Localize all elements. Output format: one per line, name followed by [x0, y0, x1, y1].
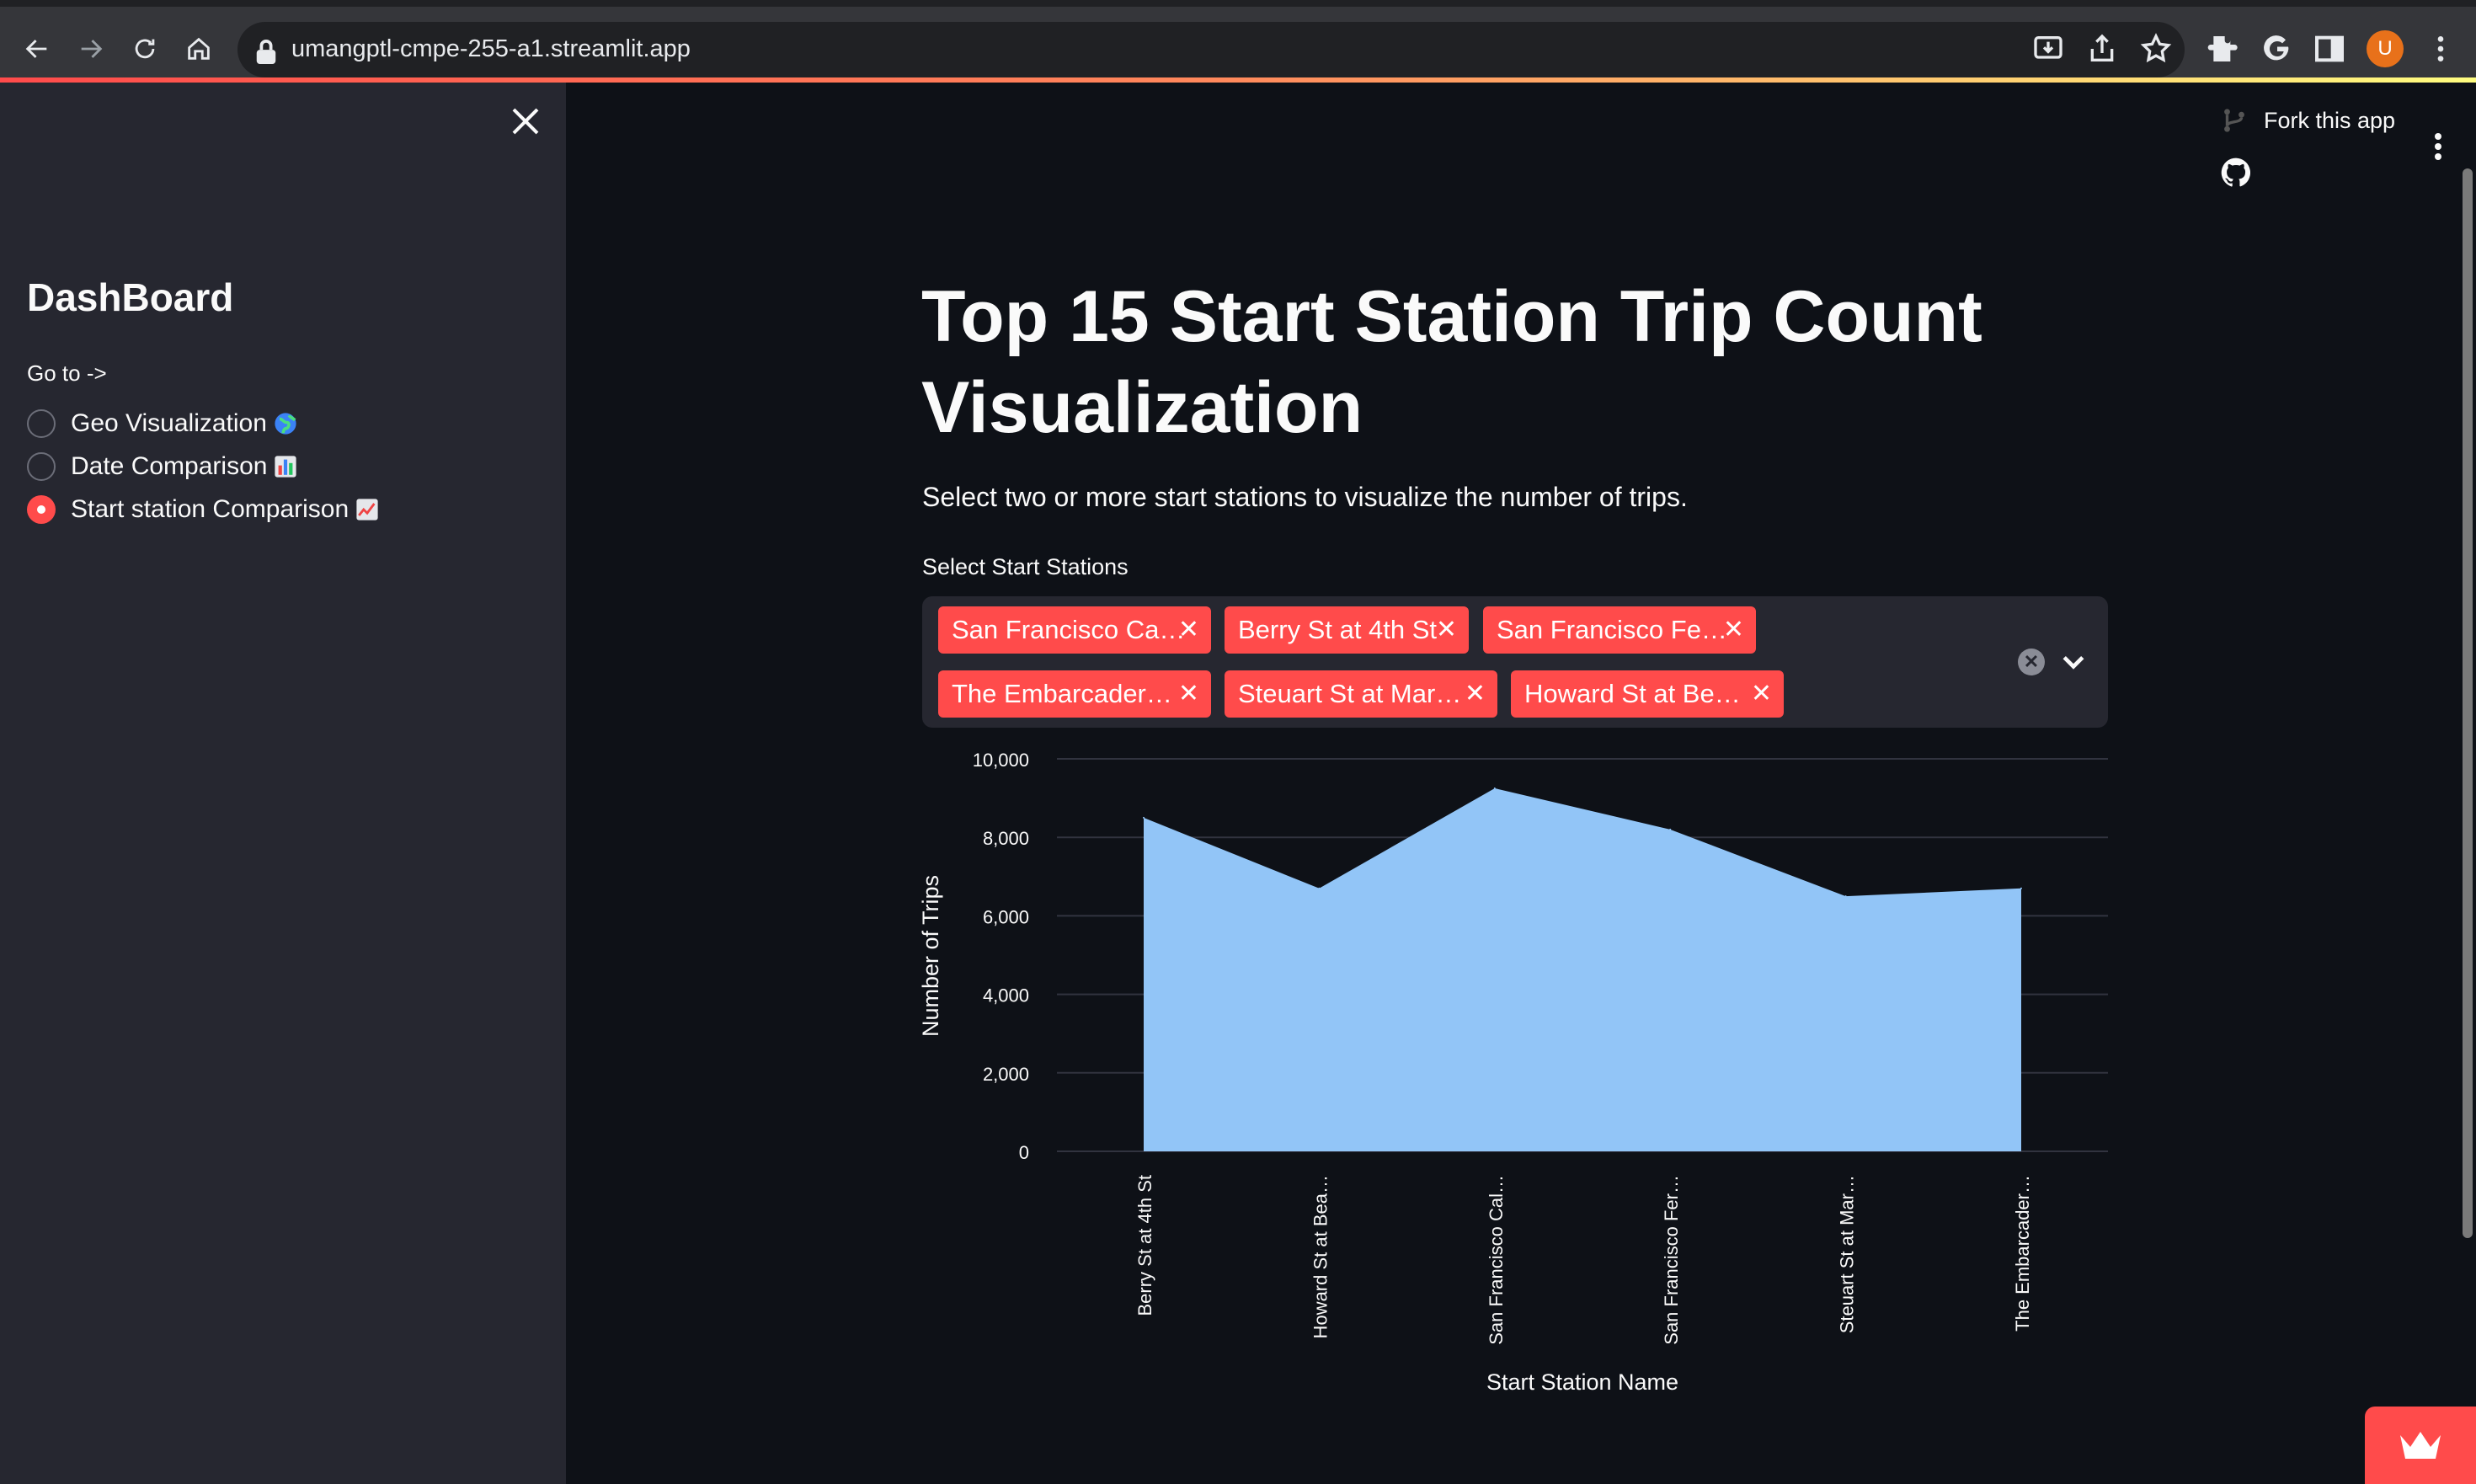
radio-group-label: Go to ->: [27, 360, 107, 386]
radio-option-label: Date Comparison: [71, 452, 268, 480]
back-icon[interactable]: [15, 27, 59, 71]
chevron-down-icon[interactable]: [2058, 647, 2089, 677]
y-tick-label: 10,000: [973, 750, 1029, 771]
streamlit-crown-icon: [2400, 1432, 2441, 1459]
side-panel-icon[interactable]: [2313, 32, 2346, 66]
url-text[interactable]: umangptl-cmpe-255-a1.streamlit.app: [291, 32, 691, 66]
selected-station-chip[interactable]: San Francisco Ca… ✕: [938, 606, 1211, 654]
remove-chip-icon[interactable]: ✕: [1178, 670, 1199, 718]
x-axis-ticks: Berry St at 4th St Howard St at Bea… San F…: [1134, 1175, 2033, 1345]
lock-icon[interactable]: [254, 39, 278, 64]
google-icon[interactable]: [2260, 32, 2294, 66]
selected-station-chip[interactable]: Howard St at Be… ✕: [1511, 670, 1784, 718]
data-point: [1844, 895, 1847, 898]
radio-option-start-station-comparison[interactable]: Start station Comparison: [27, 488, 379, 531]
globe-icon: [275, 413, 296, 435]
data-point: [2020, 887, 2022, 889]
x-tick-label: Howard St at Bea…: [1310, 1175, 1331, 1338]
y-tick-label: 8,000: [983, 828, 1029, 849]
remove-chip-icon[interactable]: ✕: [1751, 670, 1772, 718]
data-point: [1493, 787, 1496, 789]
extensions-icon[interactable]: [2207, 32, 2240, 66]
sidebar-title: DashBoard: [27, 275, 234, 319]
browser-tabstrip: [0, 0, 2476, 7]
close-sidebar-icon[interactable]: [509, 104, 542, 138]
data-point: [1143, 816, 1145, 819]
trip-count-area-chart: 0 2,000 4,000 6,000 8,000 10,000 Berry St at …: [918, 750, 2108, 1395]
install-app-icon[interactable]: [2031, 32, 2065, 66]
radio-option-geo-visualization[interactable]: Geo Visualization: [27, 403, 297, 445]
reload-icon[interactable]: [123, 27, 167, 71]
y-tick-label: 0: [1019, 1142, 1029, 1163]
remove-chip-icon[interactable]: ✕: [1723, 606, 1744, 654]
radio-button-selected[interactable]: [27, 495, 56, 524]
main-menu-icon[interactable]: [2425, 130, 2451, 163]
x-tick-label: San Francisco Fer…: [1661, 1175, 1682, 1345]
chip-label: Steuart St at Mar…: [1238, 679, 1462, 708]
radio-button[interactable]: [27, 452, 56, 481]
bar-chart-icon: [275, 456, 297, 478]
clear-all-icon[interactable]: ✕: [2018, 649, 2045, 675]
multiselect-label: Select Start Stations: [922, 554, 1129, 579]
radio-option-label: Geo Visualization: [71, 409, 267, 437]
bookmark-star-icon[interactable]: [2139, 32, 2173, 66]
forward-icon[interactable]: [69, 27, 113, 71]
page-title: Top 15 Start Station Trip Count Visualiz…: [921, 276, 1982, 448]
chip-label: Berry St at 4th St: [1238, 615, 1438, 644]
x-tick-label: The Embarcader…: [2012, 1175, 2033, 1332]
x-tick-label: Steuart St at Mar…: [1837, 1175, 1858, 1333]
radio-button[interactable]: [27, 409, 56, 438]
remove-chip-icon[interactable]: ✕: [1465, 670, 1486, 718]
fork-icon[interactable]: [2220, 106, 2249, 135]
page-subtitle: Select two or more start stations to vis…: [922, 482, 1688, 512]
remove-chip-icon[interactable]: ✕: [1436, 606, 1457, 654]
browser-menu-icon[interactable]: [2424, 32, 2457, 66]
page-scrollbar[interactable]: [2463, 168, 2473, 1238]
github-icon[interactable]: [2220, 157, 2252, 189]
radio-option-label: Start station Comparison: [71, 495, 350, 523]
selected-station-chip[interactable]: Berry St at 4th St ✕: [1225, 606, 1469, 654]
y-axis-label: Number of Trips: [918, 875, 943, 1037]
y-tick-label: 6,000: [983, 906, 1029, 927]
x-axis-label: Start Station Name: [1486, 1369, 1678, 1395]
y-axis-ticks: 0 2,000 4,000 6,000 8,000 10,000: [973, 750, 1029, 1163]
area-series-fill: [1144, 787, 2021, 1151]
x-tick-label: Berry St at 4th St: [1134, 1175, 1155, 1316]
y-tick-label: 4,000: [983, 985, 1029, 1006]
chip-label: San Francisco Fe…: [1497, 615, 1727, 644]
chip-label: Howard St at Be…: [1524, 679, 1741, 708]
selected-station-chip[interactable]: The Embarcader… ✕: [938, 670, 1211, 718]
browser-toolbar: umangptl-cmpe-255-a1.streamlit.app U: [0, 7, 2476, 77]
profile-avatar[interactable]: U: [2367, 30, 2404, 67]
chart-area-series: [1143, 787, 2022, 1151]
selected-station-chip[interactable]: Steuart St at Mar… ✕: [1225, 670, 1497, 718]
home-icon[interactable]: [177, 27, 221, 71]
selected-station-chip[interactable]: San Francisco Fe… ✕: [1483, 606, 1756, 654]
chip-label: The Embarcader…: [952, 679, 1172, 708]
y-tick-label: 2,000: [983, 1064, 1029, 1085]
remove-chip-icon[interactable]: ✕: [1178, 606, 1199, 654]
data-point: [1318, 887, 1321, 889]
manage-app-button[interactable]: [2365, 1407, 2476, 1484]
fork-app-button[interactable]: Fork this app: [2264, 106, 2395, 135]
data-point: [1669, 828, 1672, 830]
share-icon[interactable]: [2085, 32, 2119, 66]
chip-label: San Francisco Ca…: [952, 615, 1186, 644]
chart-increasing-icon: [356, 499, 378, 520]
radio-option-date-comparison[interactable]: Date Comparison: [27, 446, 297, 488]
x-tick-label: San Francisco Cal…: [1486, 1175, 1507, 1345]
